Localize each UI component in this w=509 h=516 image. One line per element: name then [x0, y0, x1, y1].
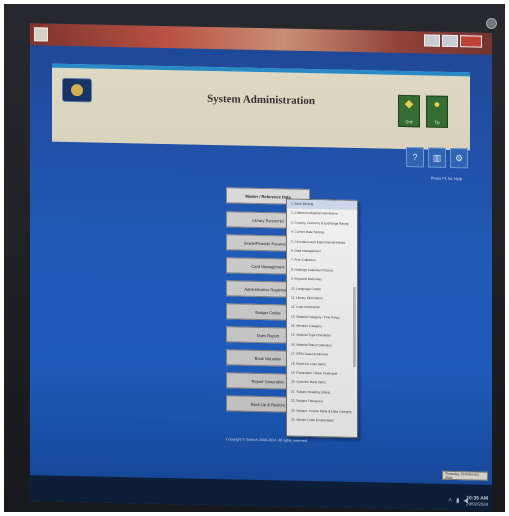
- minimize-button[interactable]: [424, 34, 440, 47]
- power-led-icon: [486, 18, 497, 29]
- app-header: System Administration ◆ Quit ● Tip: [52, 63, 470, 151]
- close-button[interactable]: [460, 35, 482, 48]
- toolbar: ? ▥ ⚙: [406, 147, 468, 169]
- dropdown-item[interactable]: 24. Vendor Code Enumeration: [287, 416, 357, 427]
- monitor-screen: System Administration ◆ Quit ● Tip ? ▥ ⚙…: [30, 23, 492, 511]
- network-icon[interactable]: ▮: [456, 497, 459, 504]
- window-app-icon: [34, 27, 48, 42]
- calculator-icon[interactable]: ▥: [428, 147, 446, 168]
- copyright-text: Copyright © Soltech 2006-2024. All right…: [226, 437, 308, 443]
- dropdown-scrollbar[interactable]: [353, 286, 356, 367]
- quit-button[interactable]: ◆ Quit: [398, 94, 420, 128]
- submenu-dropdown: 1. Book Binding 2. Collection Material D…: [286, 198, 358, 439]
- settings-icon[interactable]: ⚙: [450, 147, 468, 169]
- help-icon[interactable]: ?: [406, 147, 424, 168]
- chevron-up-icon[interactable]: ˄: [449, 497, 453, 503]
- diamond-sign-icon: ◆: [404, 98, 414, 111]
- date-tooltip: Thursday, 29 February 2024: [442, 470, 488, 481]
- taskbar-clock[interactable]: 10:35 AM 29/02/2024: [466, 495, 488, 508]
- monitor-photo: System Administration ◆ Quit ● Tip ? ▥ ⚙…: [4, 4, 505, 512]
- quit-button-label: Quit: [405, 119, 413, 125]
- tip-button-label: Tip: [434, 119, 440, 125]
- window-controls: [424, 34, 482, 48]
- tip-button[interactable]: ● Tip: [426, 95, 448, 128]
- help-hint[interactable]: Press F1 for Help: [431, 176, 462, 182]
- maximize-button[interactable]: [442, 34, 458, 48]
- clock-date: 29/02/2024: [466, 501, 488, 508]
- os-taskbar: ˄ ▮ ◀ 10:35 AM 29/02/2024: [30, 475, 492, 511]
- lightbulb-icon: ●: [433, 98, 441, 111]
- window-titlebar: [30, 23, 492, 55]
